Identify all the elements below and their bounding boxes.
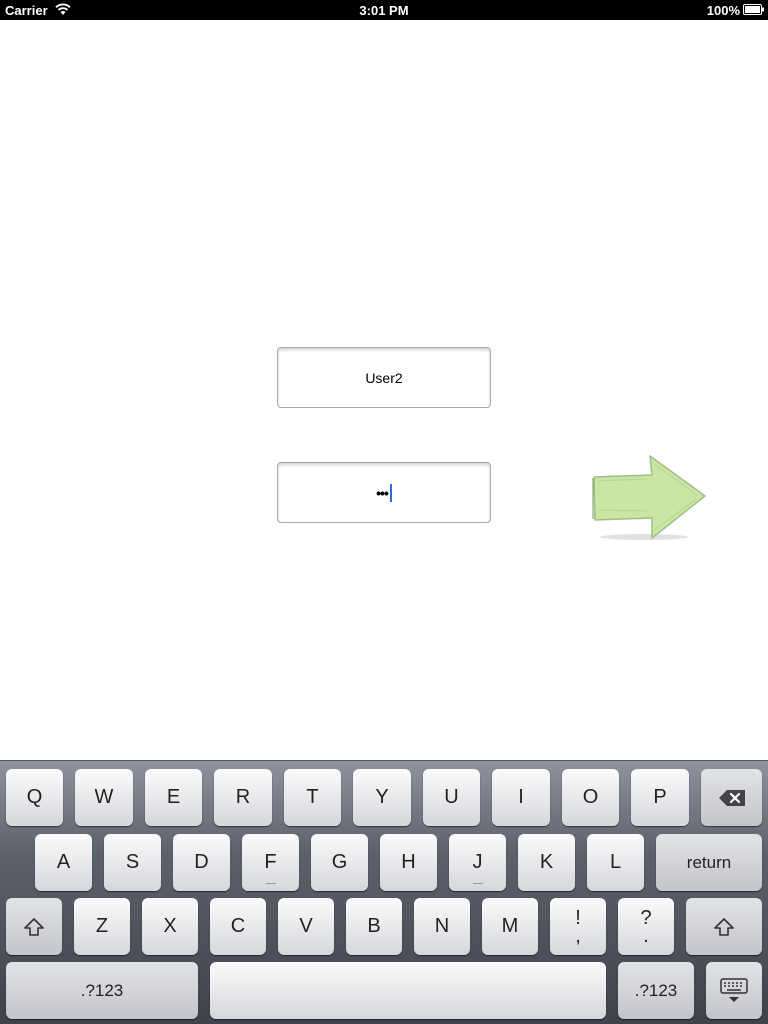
- home-row-marker: [472, 883, 483, 884]
- password-mask: •••: [376, 484, 389, 501]
- key-q[interactable]: Q: [6, 769, 63, 826]
- key-h[interactable]: H: [380, 834, 437, 891]
- key-r[interactable]: R: [214, 769, 272, 826]
- key-period-label: .: [643, 924, 649, 947]
- password-field[interactable]: •••: [277, 462, 491, 523]
- key-d[interactable]: D: [173, 834, 230, 891]
- keyboard-dismiss-key[interactable]: [706, 962, 762, 1019]
- numbers-key-left[interactable]: .?123: [6, 962, 198, 1019]
- numbers-key-right[interactable]: .?123: [618, 962, 694, 1019]
- key-exclaim-comma[interactable]: ! ,: [550, 898, 606, 955]
- shift-icon: [714, 917, 734, 936]
- key-t[interactable]: T: [284, 769, 341, 826]
- key-e[interactable]: E: [145, 769, 202, 826]
- key-u[interactable]: U: [423, 769, 480, 826]
- key-v[interactable]: V: [278, 898, 334, 955]
- battery-percent: 100%: [706, 3, 740, 18]
- clock: 3:01 PM: [359, 3, 409, 18]
- key-g[interactable]: G: [311, 834, 368, 891]
- keyboard-dismiss-icon: [720, 977, 748, 1002]
- key-w[interactable]: W: [75, 769, 133, 826]
- key-n[interactable]: N: [414, 898, 470, 955]
- username-value: User2: [365, 369, 403, 386]
- key-m[interactable]: M: [482, 898, 538, 955]
- key-comma-label: ,: [575, 924, 581, 947]
- shift-icon: [24, 917, 44, 936]
- key-f-label: F: [264, 851, 277, 873]
- key-question-label: ?: [640, 906, 652, 929]
- onscreen-keyboard: Q W E R T Y U I O P A S D F G H J K L re…: [0, 760, 768, 1024]
- backspace-key[interactable]: [701, 769, 762, 826]
- return-key[interactable]: return: [656, 834, 762, 891]
- key-k[interactable]: K: [518, 834, 575, 891]
- key-l[interactable]: L: [587, 834, 644, 891]
- key-p[interactable]: P: [631, 769, 689, 826]
- key-a[interactable]: A: [35, 834, 92, 891]
- key-j[interactable]: J: [449, 834, 506, 891]
- backspace-icon: [718, 789, 745, 806]
- green-arrow-icon[interactable]: [588, 450, 710, 545]
- key-i[interactable]: I: [492, 769, 550, 826]
- key-exclaim-label: !: [575, 906, 581, 929]
- key-b[interactable]: B: [346, 898, 402, 955]
- username-field[interactable]: User2: [277, 347, 491, 408]
- key-f[interactable]: F: [242, 834, 299, 891]
- space-bar[interactable]: [210, 962, 606, 1019]
- key-question-period[interactable]: ? .: [618, 898, 674, 955]
- login-screen: User2 •••: [0, 20, 768, 760]
- key-c[interactable]: C: [210, 898, 266, 955]
- key-o[interactable]: O: [562, 769, 619, 826]
- shift-key-right[interactable]: [686, 898, 762, 955]
- key-s[interactable]: S: [104, 834, 161, 891]
- text-caret: [389, 483, 392, 502]
- key-z[interactable]: Z: [74, 898, 130, 955]
- key-y[interactable]: Y: [353, 769, 411, 826]
- battery-icon: [743, 4, 764, 15]
- key-x[interactable]: X: [142, 898, 198, 955]
- home-row-marker: [265, 883, 276, 884]
- key-j-label: J: [472, 851, 483, 873]
- status-bar: Carrier 3:01 PM 100%: [0, 0, 768, 20]
- shift-key-left[interactable]: [6, 898, 62, 955]
